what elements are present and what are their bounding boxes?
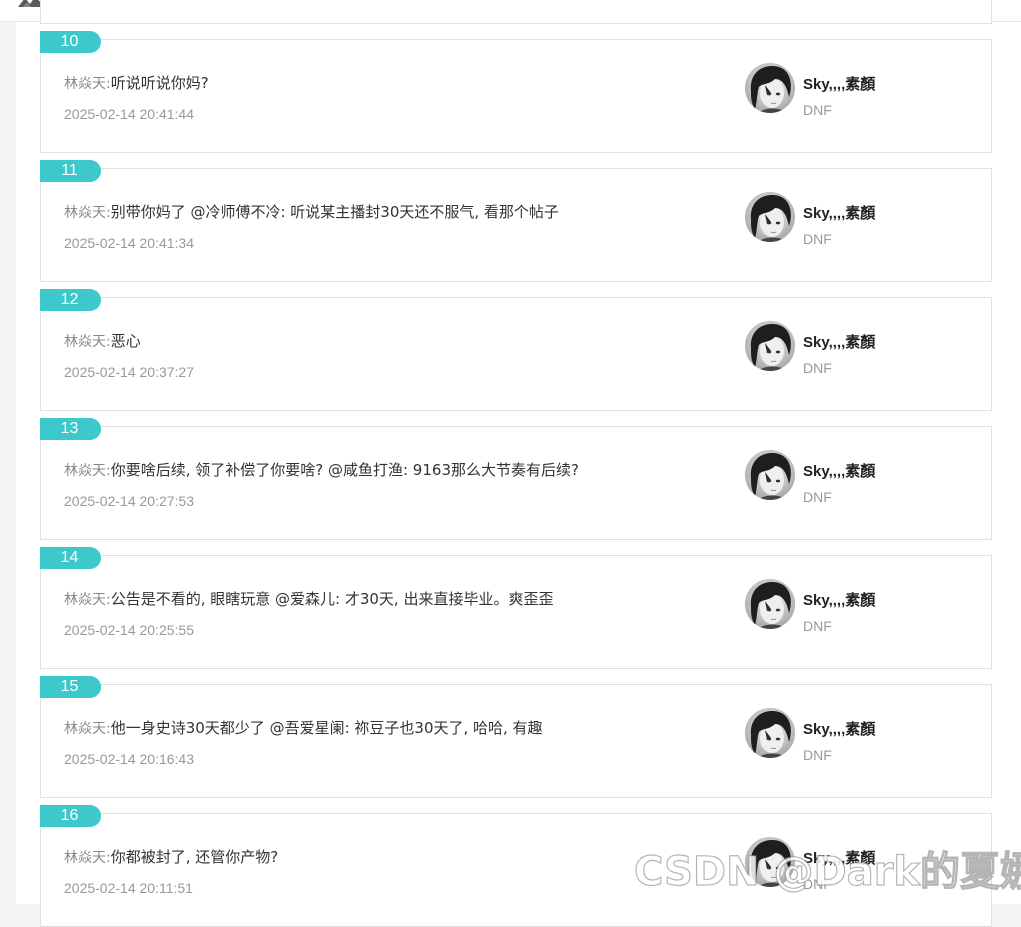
message-author[interactable]: 林焱天: xyxy=(64,463,111,479)
message-author[interactable]: 林焱天: xyxy=(64,334,111,350)
message-author[interactable]: 林焱天: xyxy=(64,850,111,866)
message-content: 他一身史诗30天都少了 @吾爱星阑: 祢豆子也30天了, 哈哈, 有趣 xyxy=(110,719,543,737)
message-timestamp: 2025-02-14 20:41:44 xyxy=(64,106,194,122)
game-tag: DNF xyxy=(803,102,832,118)
message-timestamp: 2025-02-14 20:25:55 xyxy=(64,622,194,638)
user-name[interactable]: Sky,,,,素顏 xyxy=(803,333,875,353)
item-number-badge: 15 xyxy=(40,676,101,698)
message-card: 11 林焱天:别带你妈了 @冷师傅不冷: 听说某主播封30天还不服气, 看那个帖… xyxy=(40,160,992,282)
message-author[interactable]: 林焱天: xyxy=(64,592,111,608)
game-tag: DNF xyxy=(803,489,832,505)
message-card: 10 林焱天:听说听说你妈? 2025-02-14 20:41:44 Sky,,… xyxy=(40,31,992,153)
message-timestamp: 2025-02-14 20:11:51 xyxy=(64,880,193,896)
message-content: 公告是不看的, 眼瞎玩意 @爱森儿: 才30天, 出来直接毕业。爽歪歪 xyxy=(110,590,554,608)
user-name[interactable]: Sky,,,,素顏 xyxy=(803,720,875,740)
message-card: 15 林焱天:他一身史诗30天都少了 @吾爱星阑: 祢豆子也30天了, 哈哈, … xyxy=(40,676,992,798)
user-avatar[interactable] xyxy=(745,708,795,758)
item-number-badge: 16 xyxy=(40,805,101,827)
message-text: 林焱天:听说听说你妈? xyxy=(64,72,724,95)
previous-card-fragment xyxy=(40,0,992,24)
item-number-badge: 12 xyxy=(40,289,101,311)
item-number-badge: 11 xyxy=(40,160,101,182)
user-name[interactable]: Sky,,,,素顏 xyxy=(803,75,875,95)
game-tag: DNF xyxy=(803,618,832,634)
message-text: 林焱天:他一身史诗30天都少了 @吾爱星阑: 祢豆子也30天了, 哈哈, 有趣 xyxy=(64,717,724,740)
user-name[interactable]: Sky,,,,素顏 xyxy=(803,591,875,611)
message-content: 别带你妈了 @冷师傅不冷: 听说某主播封30天还不服气, 看那个帖子 xyxy=(110,203,559,221)
message-card: 12 林焱天:恶心 2025-02-14 20:37:27 Sky,,,,素顏 … xyxy=(40,289,992,411)
item-number-badge: 13 xyxy=(40,418,101,440)
message-author[interactable]: 林焱天: xyxy=(64,721,111,737)
item-number-badge: 14 xyxy=(40,547,101,569)
user-name[interactable]: Sky,,,,素顏 xyxy=(803,204,875,224)
message-content: 恶心 xyxy=(110,332,141,350)
message-timestamp: 2025-02-14 20:16:43 xyxy=(64,751,194,767)
user-avatar[interactable] xyxy=(745,579,795,629)
message-text: 林焱天:你都被封了, 还管你产物? xyxy=(64,846,724,869)
watermark: CSDN @Dark的夏娜 xyxy=(633,848,1021,895)
message-text: 林焱天:别带你妈了 @冷师傅不冷: 听说某主播封30天还不服气, 看那个帖子 xyxy=(64,201,724,224)
message-content: 你要啥后续, 领了补偿了你要啥? @咸鱼打渔: 9163那么大节奏有后续? xyxy=(110,461,579,479)
message-timestamp: 2025-02-14 20:41:34 xyxy=(64,235,194,251)
game-tag: DNF xyxy=(803,231,832,247)
message-timestamp: 2025-02-14 20:27:53 xyxy=(64,493,194,509)
message-content: 听说听说你妈? xyxy=(110,74,209,92)
game-tag: DNF xyxy=(803,360,832,376)
user-name[interactable]: Sky,,,,素顏 xyxy=(803,462,875,482)
game-tag: DNF xyxy=(803,747,832,763)
user-avatar[interactable] xyxy=(745,192,795,242)
user-avatar[interactable] xyxy=(745,450,795,500)
message-content: 你都被封了, 还管你产物? xyxy=(110,848,279,866)
message-text: 林焱天:公告是不看的, 眼瞎玩意 @爱森儿: 才30天, 出来直接毕业。爽歪歪 xyxy=(64,588,724,611)
message-text: 林焱天:恶心 xyxy=(64,330,724,353)
message-timestamp: 2025-02-14 20:37:27 xyxy=(64,364,194,380)
user-avatar[interactable] xyxy=(745,321,795,371)
message-author[interactable]: 林焱天: xyxy=(64,76,111,92)
message-card: 14 林焱天:公告是不看的, 眼瞎玩意 @爱森儿: 才30天, 出来直接毕业。爽… xyxy=(40,547,992,669)
message-card: 13 林焱天:你要啥后续, 领了补偿了你要啥? @咸鱼打渔: 9163那么大节奏… xyxy=(40,418,992,540)
user-avatar[interactable] xyxy=(745,63,795,113)
message-text: 林焱天:你要啥后续, 领了补偿了你要啥? @咸鱼打渔: 9163那么大节奏有后续… xyxy=(64,459,724,482)
item-number-badge: 10 xyxy=(40,31,101,53)
message-author[interactable]: 林焱天: xyxy=(64,205,111,221)
